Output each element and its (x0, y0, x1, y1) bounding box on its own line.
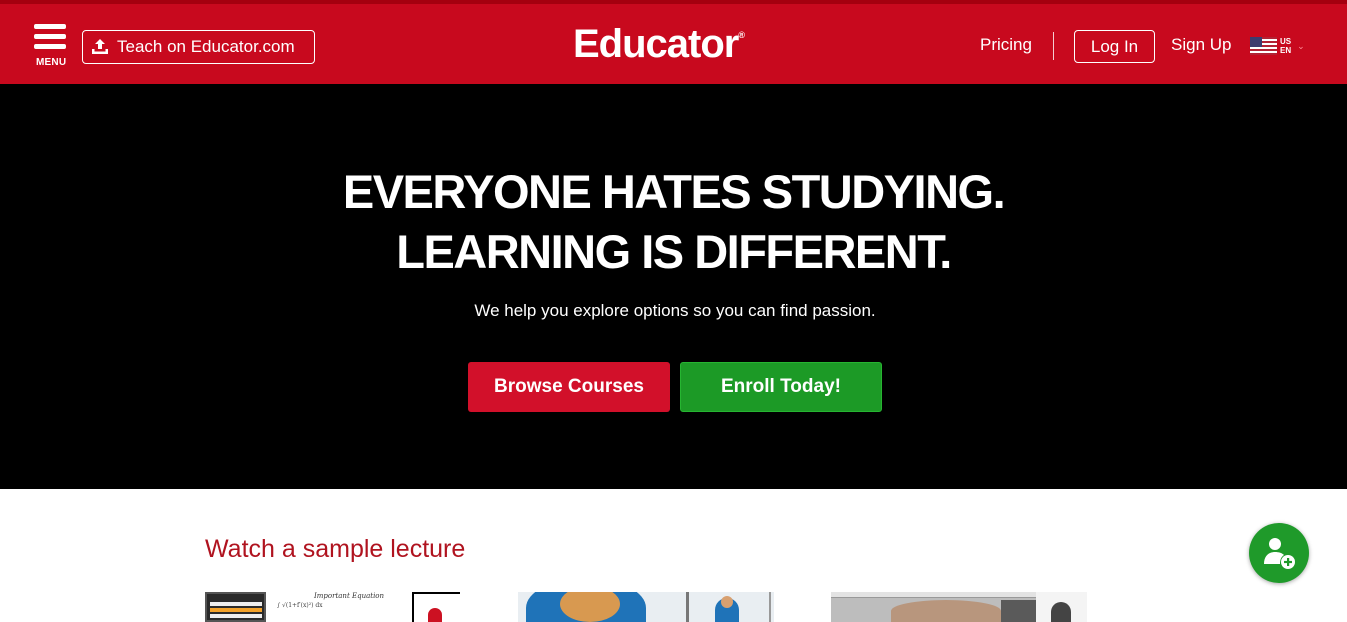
teach-label: Teach on Educator.com (117, 37, 295, 56)
locale-selector[interactable]: US EN ⌄ (1250, 37, 1305, 55)
photo-editing-image (891, 600, 1001, 622)
enroll-today-label: Enroll Today! (721, 376, 841, 397)
sample-lecture-thumbnail[interactable] (831, 592, 1087, 622)
login-button[interactable]: Log In (1074, 30, 1155, 63)
nav-divider (1053, 32, 1054, 60)
teach-on-educator-button[interactable]: Teach on Educator.com (82, 30, 315, 64)
educator-logo[interactable]: Educator® (573, 22, 745, 67)
hamburger-icon (34, 24, 66, 29)
instructor-small-image (1051, 602, 1071, 622)
browse-courses-button[interactable]: Browse Courses (468, 362, 670, 412)
instructor-figure (428, 608, 442, 622)
hamburger-bar (34, 34, 66, 39)
add-user-button[interactable] (1249, 523, 1309, 583)
add-user-icon (1264, 538, 1295, 569)
login-label: Log In (1090, 36, 1139, 56)
hero-title: EVERYONE HATES STUDYING. LEARNING IS DIF… (0, 162, 1347, 282)
hamburger-bar (34, 44, 66, 49)
instructor-frame (412, 592, 460, 622)
menu-button[interactable]: MENU (34, 24, 72, 72)
sample-lecture-thumbnail[interactable]: Important Equation ∫ √(1+f′(x)²) dx (205, 592, 460, 622)
hero-title-line1: EVERYONE HATES STUDYING. (342, 165, 1006, 218)
browse-courses-label: Browse Courses (494, 376, 644, 397)
sample-lecture-heading: Watch a sample lecture (205, 535, 466, 563)
locale-country: US (1280, 37, 1292, 46)
sample-lecture-thumbnail[interactable] (518, 592, 774, 622)
hero-title-line2: LEARNING IS DIFFERENT. (396, 225, 952, 278)
chevron-down-icon: ⌄ (1297, 40, 1305, 51)
hero-subtitle: We help you explore options so you can f… (474, 301, 876, 320)
tablet-graphic (205, 592, 266, 622)
equation-title: Important Equation (314, 592, 385, 600)
logo-text: Educator (573, 22, 739, 66)
upload-icon (92, 39, 108, 54)
hero-section: EVERYONE HATES STUDYING. LEARNING IS DIF… (0, 84, 1347, 489)
thumbnail-divider (769, 592, 771, 622)
site-header: MENU Teach on Educator.com Educator® Pri… (0, 0, 1347, 84)
locale-text: US EN (1280, 37, 1291, 55)
thumbnail-divider (686, 592, 689, 622)
nav-pricing-link[interactable]: Pricing (980, 35, 1032, 55)
signup-link[interactable]: Sign Up (1171, 35, 1231, 55)
instructor-small-head (721, 596, 733, 608)
enroll-today-button[interactable]: Enroll Today! (680, 362, 882, 412)
equation-graphic: ∫ √(1+f′(x)²) dx (277, 602, 323, 609)
locale-language: EN (1280, 46, 1292, 55)
menu-label: MENU (36, 57, 67, 68)
us-flag-icon (1250, 37, 1277, 55)
logo-registered-mark: ® (738, 30, 745, 40)
